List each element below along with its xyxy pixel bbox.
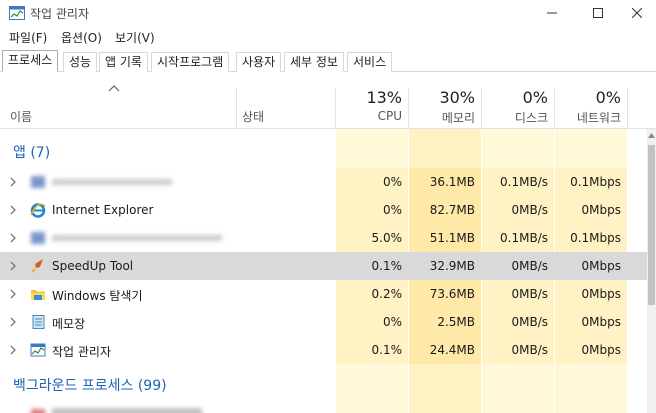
column-name[interactable]: 이름 — [10, 108, 32, 125]
table-row[interactable]: Internet Explorer 0% 82.7MB 0MB/s 0Mbps — [0, 196, 656, 224]
table-row[interactable]: SpeedUp Tool 0.1% 32.9MB 0MB/s 0Mbps — [0, 252, 656, 280]
close-icon — [632, 8, 642, 18]
menu-view[interactable]: 보기(V) — [115, 29, 155, 46]
disk-value: 0.1MB/s — [500, 175, 548, 189]
tab-processes[interactable]: 프로세스 — [2, 50, 59, 72]
tab-startup[interactable]: 시작프로그램 — [151, 52, 230, 72]
group-header-apps[interactable]: 앱 (7) — [13, 142, 50, 162]
process-name: SpeedUp Tool — [52, 259, 134, 273]
network-value: 0Mbps — [581, 315, 621, 329]
cpu-value: 0% — [382, 315, 402, 329]
scroll-thumb[interactable] — [648, 145, 655, 305]
internet-explorer-icon — [30, 203, 46, 218]
tab-details[interactable]: 세부 정보 — [284, 52, 344, 72]
task-manager-app-icon — [9, 6, 25, 20]
blurred-app-icon — [31, 232, 45, 244]
table-row[interactable] — [0, 400, 656, 413]
network-value: 0Mbps — [581, 203, 621, 217]
window-title: 작업 관리자 — [30, 7, 90, 21]
process-name: Internet Explorer — [52, 203, 154, 217]
process-name: Windows 탐색기 — [52, 289, 143, 303]
network-value: 0.1Mbps — [570, 231, 621, 245]
column-cpu[interactable]: CPU — [336, 109, 402, 123]
cpu-value: 0% — [382, 203, 402, 217]
menu-bar: 파일(F) 옵션(O) 보기(V) — [0, 28, 656, 48]
task-manager-icon — [30, 343, 46, 357]
process-name: 메모장 — [52, 317, 86, 331]
disk-value: 0MB/s — [511, 315, 548, 329]
notepad-icon — [32, 315, 45, 329]
disk-value: 0MB/s — [511, 203, 548, 217]
process-name-redacted — [52, 235, 222, 241]
network-value: 0Mbps — [581, 259, 621, 273]
app-icon — [31, 409, 45, 413]
tab-app-history[interactable]: 앱 기록 — [99, 52, 148, 72]
column-disk[interactable]: 디스크 — [482, 109, 548, 126]
column-memory[interactable]: 메모리 — [409, 109, 475, 126]
vertical-scrollbar[interactable] — [647, 129, 656, 413]
chevron-right-icon[interactable] — [8, 204, 18, 216]
memory-value: 36.1MB — [429, 175, 475, 189]
table-row[interactable]: 작업 관리자 0.1% 24.4MB 0MB/s 0Mbps — [0, 336, 656, 364]
memory-value: 51.1MB — [429, 231, 475, 245]
process-name: 작업 관리자 — [52, 345, 112, 359]
table-row[interactable]: 5.0% 51.1MB 0.1MB/s 0.1Mbps — [0, 224, 656, 252]
minimize-button[interactable] — [529, 0, 575, 26]
disk-value: 0MB/s — [511, 343, 548, 357]
column-status[interactable]: 상태 — [242, 108, 264, 125]
sort-up-icon[interactable] — [108, 84, 120, 92]
memory-value: 2.5MB — [437, 315, 475, 329]
cpu-value: 0.2% — [371, 287, 403, 301]
disk-value: 0MB/s — [511, 259, 548, 273]
column-divider[interactable] — [236, 88, 237, 129]
close-button[interactable] — [614, 0, 656, 26]
scroll-up-icon[interactable] — [647, 131, 656, 141]
network-value: 0Mbps — [581, 287, 621, 301]
network-value: 0Mbps — [581, 343, 621, 357]
memory-value: 73.6MB — [429, 287, 475, 301]
disk-value: 0MB/s — [511, 287, 548, 301]
menu-options[interactable]: 옵션(O) — [61, 29, 102, 46]
tab-performance[interactable]: 성능 — [63, 52, 98, 72]
memory-value: 24.4MB — [429, 343, 475, 357]
table-row[interactable]: Windows 탐색기 0.2% 73.6MB 0MB/s 0Mbps — [0, 280, 656, 308]
tab-bar: 프로세스 성능 앱 기록 시작프로그램 사용자 세부 정보 서비스 — [0, 50, 656, 72]
cpu-value: 5.0% — [371, 231, 403, 245]
chevron-right-icon[interactable] — [8, 344, 18, 356]
disk-total-percent[interactable]: 0% — [482, 88, 548, 107]
column-header: 이름 상태 13% CPU 30% 메모리 0% 디스크 0% 네트워크 — [0, 72, 656, 129]
cpu-total-percent[interactable]: 13% — [336, 88, 402, 107]
cpu-value: 0% — [382, 175, 402, 189]
disk-value: 0.1MB/s — [500, 231, 548, 245]
memory-total-percent[interactable]: 30% — [409, 88, 475, 107]
memory-value: 82.7MB — [429, 203, 475, 217]
group-header-background[interactable]: 백그라운드 프로세스 (99) — [13, 375, 167, 395]
chevron-right-icon[interactable] — [8, 176, 18, 188]
menu-file[interactable]: 파일(F) — [9, 29, 47, 46]
chevron-right-icon[interactable] — [8, 288, 18, 300]
chevron-right-icon[interactable] — [8, 260, 18, 272]
tab-users[interactable]: 사용자 — [236, 52, 282, 72]
memory-value: 32.9MB — [429, 259, 475, 273]
minimize-icon — [547, 12, 557, 14]
rocket-icon — [31, 259, 43, 273]
network-value: 0.1Mbps — [570, 175, 621, 189]
cpu-value: 0.1% — [371, 343, 403, 357]
cpu-value: 0.1% — [371, 259, 403, 273]
network-total-percent[interactable]: 0% — [555, 88, 621, 107]
chevron-right-icon[interactable] — [8, 232, 18, 244]
table-row[interactable]: 메모장 0% 2.5MB 0MB/s 0Mbps — [0, 308, 656, 336]
blurred-app-icon — [31, 176, 45, 188]
title-bar: 작업 관리자 — [0, 0, 656, 26]
folder-icon — [31, 290, 45, 300]
process-name-redacted — [52, 179, 172, 185]
chevron-right-icon[interactable] — [8, 316, 18, 328]
tab-services[interactable]: 서비스 — [347, 52, 393, 72]
column-network[interactable]: 네트워크 — [555, 109, 621, 126]
column-divider[interactable] — [627, 88, 628, 129]
process-name-redacted — [52, 408, 202, 413]
table-row[interactable]: 0% 36.1MB 0.1MB/s 0.1Mbps — [0, 168, 656, 196]
maximize-icon — [593, 8, 603, 18]
